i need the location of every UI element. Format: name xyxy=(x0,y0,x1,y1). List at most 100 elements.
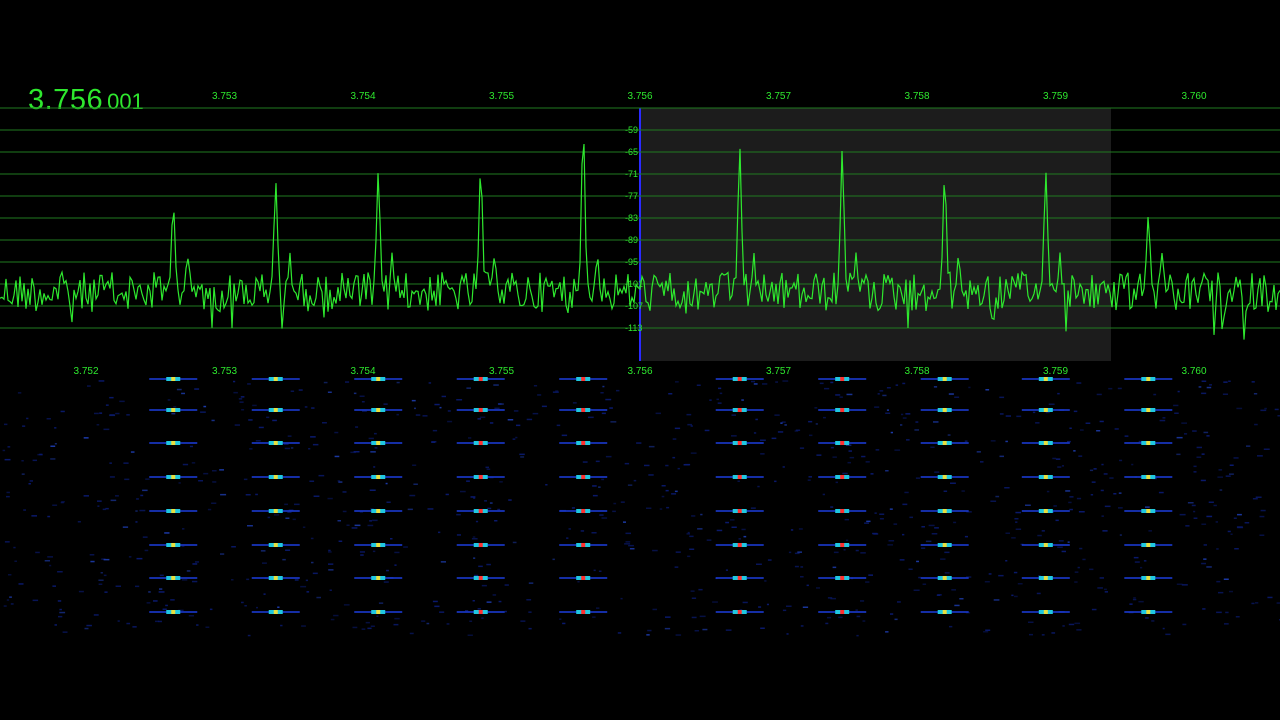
waterfall-speckle xyxy=(823,416,826,419)
waterfall-speckle xyxy=(359,395,365,397)
waterfall-speckle xyxy=(751,380,755,383)
waterfall-speckle xyxy=(58,615,63,618)
waterfall-speckle xyxy=(87,385,91,387)
waterfall-speckle xyxy=(832,456,837,458)
waterfall-speckle xyxy=(434,403,440,406)
waterfall-display[interactable]: 3.752 3.753 3.754 3.755 3.756 3.757 3.758 3.759… xyxy=(0,0,1280,720)
waterfall-speckle xyxy=(900,424,903,426)
waterfall-speckle xyxy=(879,518,884,520)
waterfall-speckle xyxy=(144,549,149,552)
waterfall-speckle xyxy=(856,615,861,618)
waterfall-speckle xyxy=(472,536,476,538)
waterfall-speckle xyxy=(906,439,910,441)
waterfall-speckle xyxy=(1089,568,1094,571)
waterfall-signal-core xyxy=(1043,377,1048,381)
waterfall-signal-core xyxy=(478,543,483,547)
waterfall-speckle xyxy=(520,620,526,622)
waterfall-speckle xyxy=(35,551,40,554)
waterfall-speckle xyxy=(799,447,805,449)
waterfall-speckle xyxy=(182,463,189,466)
waterfall-speckle xyxy=(865,581,870,583)
waterfall-speckle xyxy=(990,440,996,442)
waterfall-speckle xyxy=(1090,494,1094,496)
waterfall-speckle xyxy=(1089,469,1094,472)
waterfall-signal-core xyxy=(171,377,176,381)
waterfall-speckle xyxy=(843,549,846,551)
waterfall-speckle xyxy=(647,629,652,632)
waterfall-speckle xyxy=(1069,427,1072,429)
waterfall-speckle xyxy=(1032,411,1036,414)
waterfall-speckle xyxy=(441,395,446,398)
waterfall-speckle xyxy=(1254,423,1258,426)
waterfall-speckle xyxy=(816,454,822,456)
waterfall-speckle xyxy=(328,549,331,552)
waterfall-signal-core xyxy=(942,576,947,580)
waterfall-frequency-label: 3.757 xyxy=(766,366,791,377)
waterfall-speckle xyxy=(245,494,251,496)
waterfall-signal-core xyxy=(478,441,483,445)
waterfall-speckle xyxy=(1206,435,1210,437)
waterfall-speckle xyxy=(212,470,217,472)
waterfall-speckle xyxy=(591,532,597,534)
waterfall-speckle xyxy=(943,490,948,492)
waterfall-speckle xyxy=(105,507,109,510)
waterfall-speckle xyxy=(1162,627,1165,630)
waterfall-speckle xyxy=(122,526,129,528)
waterfall-speckle xyxy=(1228,380,1231,382)
waterfall-signal-core xyxy=(737,576,742,580)
waterfall-speckle xyxy=(94,412,99,415)
waterfall-speckle xyxy=(561,434,568,437)
waterfall-speckle xyxy=(819,382,824,385)
waterfall-speckle xyxy=(731,526,737,528)
waterfall-speckle xyxy=(77,521,81,523)
waterfall-speckle xyxy=(664,627,671,630)
waterfall-speckle xyxy=(873,533,879,535)
waterfall-speckle xyxy=(780,422,783,424)
waterfall-speckle xyxy=(21,473,25,475)
waterfall-speckle xyxy=(507,419,514,421)
waterfall-speckle xyxy=(1229,473,1234,475)
waterfall-speckle xyxy=(333,614,339,617)
waterfall-signal-core xyxy=(1043,543,1048,547)
waterfall-speckle xyxy=(1132,598,1137,601)
waterfall-speckle xyxy=(580,530,585,532)
waterfall-speckle xyxy=(860,600,865,602)
waterfall-speckle xyxy=(1057,466,1062,468)
waterfall-speckle xyxy=(9,596,12,598)
waterfall-speckle xyxy=(890,613,894,615)
waterfall-speckle xyxy=(312,443,319,446)
waterfall-speckle xyxy=(1015,511,1021,514)
waterfall-speckle xyxy=(191,462,196,464)
waterfall-speckle xyxy=(698,588,703,591)
waterfall-speckle xyxy=(1068,501,1072,504)
waterfall-speckle xyxy=(976,451,981,453)
waterfall-speckle xyxy=(1145,506,1150,508)
waterfall-signal-core xyxy=(840,509,845,513)
waterfall-speckle xyxy=(126,622,131,625)
waterfall-speckle xyxy=(1005,560,1008,562)
waterfall-speckle xyxy=(155,620,160,623)
waterfall-speckle xyxy=(407,508,413,511)
waterfall-speckle xyxy=(1109,477,1114,479)
waterfall-speckle xyxy=(762,383,768,385)
waterfall-speckle xyxy=(109,462,112,464)
waterfall-speckle xyxy=(520,456,525,458)
waterfall-speckle xyxy=(135,521,138,523)
waterfall-signal-core xyxy=(581,475,586,479)
waterfall-speckle xyxy=(601,478,605,481)
waterfall-speckle xyxy=(794,565,799,568)
waterfall-speckle xyxy=(738,538,741,540)
waterfall-speckle xyxy=(758,606,762,608)
waterfall-signal-core xyxy=(1043,441,1048,445)
waterfall-speckle xyxy=(1058,540,1064,542)
waterfall-signal-core xyxy=(171,509,176,513)
waterfall-speckle xyxy=(338,540,343,542)
waterfall-speckle xyxy=(1222,393,1228,395)
waterfall-speckle xyxy=(431,441,437,443)
waterfall-speckle xyxy=(84,627,89,630)
waterfall-speckle xyxy=(1191,504,1196,507)
waterfall-speckle xyxy=(915,477,920,479)
waterfall-speckle xyxy=(1131,463,1134,466)
waterfall-speckle xyxy=(865,461,870,463)
waterfall-speckle xyxy=(835,481,838,484)
